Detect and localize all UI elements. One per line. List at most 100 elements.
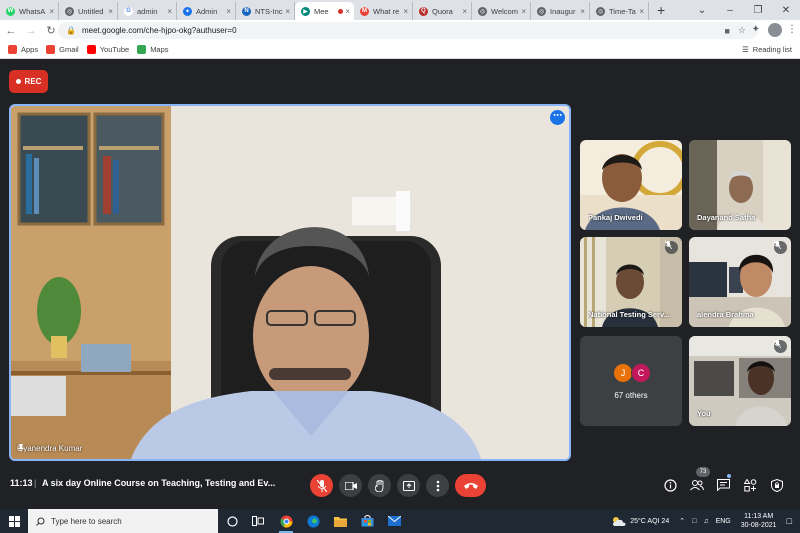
- activities-button[interactable]: [742, 477, 758, 493]
- shield-lock-icon: [771, 478, 783, 492]
- browser-tab[interactable]: N NTS-Inc ×: [236, 2, 295, 20]
- participant-tile[interactable]: alendra Brahma: [689, 237, 791, 327]
- store-button[interactable]: [359, 513, 375, 529]
- back-button[interactable]: ←: [2, 25, 20, 37]
- language-indicator[interactable]: ENG: [716, 518, 731, 525]
- participants-button[interactable]: [689, 477, 705, 493]
- meeting-details-button[interactable]: [662, 477, 678, 493]
- browser-tab[interactable]: ◎ Inaugur ×: [531, 2, 590, 20]
- network-icon[interactable]: □: [692, 518, 696, 525]
- camera-toggle-button[interactable]: [339, 474, 362, 497]
- participant-name: Pankaj Dwivedi: [588, 213, 643, 222]
- volume-icon[interactable]: ♫: [703, 518, 708, 525]
- close-tab-icon[interactable]: ×: [580, 7, 585, 16]
- browser-tab[interactable]: ▶ Mee ×: [295, 2, 354, 20]
- close-tab-icon[interactable]: ×: [521, 7, 526, 16]
- tab-title: Inaugur: [550, 6, 576, 16]
- mail-button[interactable]: [386, 513, 402, 529]
- close-window-icon[interactable]: ✕: [772, 5, 800, 16]
- close-tab-icon[interactable]: ×: [639, 7, 644, 16]
- tab-title: NTS-Inc: [255, 6, 283, 16]
- taskbar-search[interactable]: Type here to search: [28, 509, 218, 533]
- camera-in-use-icon[interactable]: ■: [724, 26, 729, 36]
- host-controls-button[interactable]: [769, 477, 785, 493]
- chevron-up-icon[interactable]: ⌃: [679, 517, 685, 525]
- participant-name: National Testing Serv...: [588, 310, 670, 319]
- edge-taskbar-button[interactable]: [305, 513, 321, 529]
- minimize-icon[interactable]: –: [716, 5, 744, 16]
- taskbar-clock[interactable]: 11:13 AM 30-08-2021: [741, 512, 777, 530]
- mic-off-icon: [774, 241, 781, 249]
- others-tile[interactable]: J C 67 others: [580, 336, 682, 426]
- mic-off-icon: [774, 340, 781, 348]
- forward-button[interactable]: →: [22, 25, 40, 37]
- new-tab-button[interactable]: +: [649, 2, 673, 20]
- close-tab-icon[interactable]: ×: [462, 7, 467, 16]
- tab-favicon-icon: ◎: [537, 6, 546, 16]
- participant-tile[interactable]: National Testing Serv...: [580, 237, 682, 327]
- participant-tile[interactable]: Pankaj Dwivedi: [580, 140, 682, 230]
- browser-tab[interactable]: ◎ Time-Ta ×: [590, 2, 649, 20]
- close-tab-icon[interactable]: ×: [49, 7, 54, 16]
- chat-button[interactable]: [715, 477, 731, 493]
- browser-tab[interactable]: ◎ Welcom ×: [472, 2, 531, 20]
- participant-tile[interactable]: Dayanand Satha: [689, 140, 791, 230]
- hang-up-icon: [463, 483, 478, 489]
- close-tab-icon[interactable]: ×: [167, 7, 172, 16]
- more-options-menu-button[interactable]: [426, 474, 449, 497]
- record-dot-icon: [15, 79, 21, 84]
- main-speaker-tile[interactable]: ⋯ Gyanendra Kumar: [9, 104, 571, 461]
- mic-muted-indicator: [665, 241, 678, 254]
- bookmark-label: Maps: [150, 45, 169, 54]
- close-tab-icon[interactable]: ×: [285, 7, 290, 16]
- browser-tab[interactable]: ✦ Admin ×: [177, 2, 236, 20]
- close-tab-icon[interactable]: ×: [345, 7, 350, 16]
- tab-search-icon[interactable]: ⌄: [688, 5, 716, 16]
- extensions-icon[interactable]: ✦: [752, 24, 760, 35]
- participant-name: Dayanand Satha: [697, 213, 756, 222]
- close-tab-icon[interactable]: ×: [108, 7, 113, 16]
- browser-tab[interactable]: ◎ Untitled ×: [59, 2, 118, 20]
- task-view-button[interactable]: [250, 513, 266, 529]
- shapes-icon: [743, 478, 756, 491]
- tab-favicon-icon: ◎: [65, 6, 74, 16]
- bookmark-item[interactable]: Apps: [8, 45, 38, 54]
- close-tab-icon[interactable]: ×: [403, 7, 408, 16]
- store-bag-icon: [361, 515, 373, 527]
- browser-tab[interactable]: W WhatsA ×: [0, 2, 59, 20]
- cortana-button[interactable]: [224, 513, 240, 529]
- address-bar[interactable]: 🔒 meet.google.com/che-hjpo-okg?authuser=…: [58, 22, 758, 39]
- file-explorer-button[interactable]: [332, 513, 348, 529]
- tab-title: Welcom: [491, 6, 518, 16]
- bookmark-item[interactable]: Gmail: [46, 45, 79, 54]
- bookmark-item[interactable]: Maps: [137, 45, 169, 54]
- bookmark-star-icon[interactable]: ☆: [738, 25, 746, 36]
- tab-favicon-icon: G: [124, 6, 133, 16]
- browser-tab[interactable]: Q Quora ×: [413, 2, 472, 20]
- camera-icon: [344, 481, 357, 490]
- leave-call-button[interactable]: [455, 474, 486, 497]
- self-view-tile[interactable]: You: [689, 336, 791, 426]
- bookmark-item[interactable]: YouTube: [86, 45, 129, 54]
- reading-list-button[interactable]: ☰ Reading list: [742, 45, 792, 54]
- close-tab-icon[interactable]: ×: [226, 7, 231, 16]
- browser-tab[interactable]: Gadmin ×: [118, 2, 177, 20]
- others-count-label: 67 others: [614, 391, 648, 400]
- tab-favicon-icon: ◎: [478, 6, 487, 16]
- bookmark-icon: [8, 45, 17, 54]
- start-button[interactable]: [0, 509, 28, 533]
- browser-tab[interactable]: M What re ×: [354, 2, 413, 20]
- bookmark-icon: [86, 45, 96, 54]
- more-options-button[interactable]: ⋯: [550, 110, 565, 125]
- present-now-button[interactable]: [397, 474, 420, 497]
- chrome-menu-icon[interactable]: ⋮: [787, 24, 797, 35]
- restore-icon[interactable]: ❐: [744, 5, 772, 16]
- participant-name: alendra Brahma: [697, 310, 754, 319]
- profile-avatar[interactable]: [768, 23, 782, 37]
- weather-text[interactable]: 25°C AQI 24: [630, 518, 669, 525]
- microphone-toggle-button[interactable]: [310, 474, 333, 497]
- task-view-icon: [252, 516, 264, 526]
- notifications-icon[interactable]: □: [787, 516, 792, 526]
- chrome-taskbar-button[interactable]: [278, 513, 294, 533]
- raise-hand-button[interactable]: [368, 474, 391, 497]
